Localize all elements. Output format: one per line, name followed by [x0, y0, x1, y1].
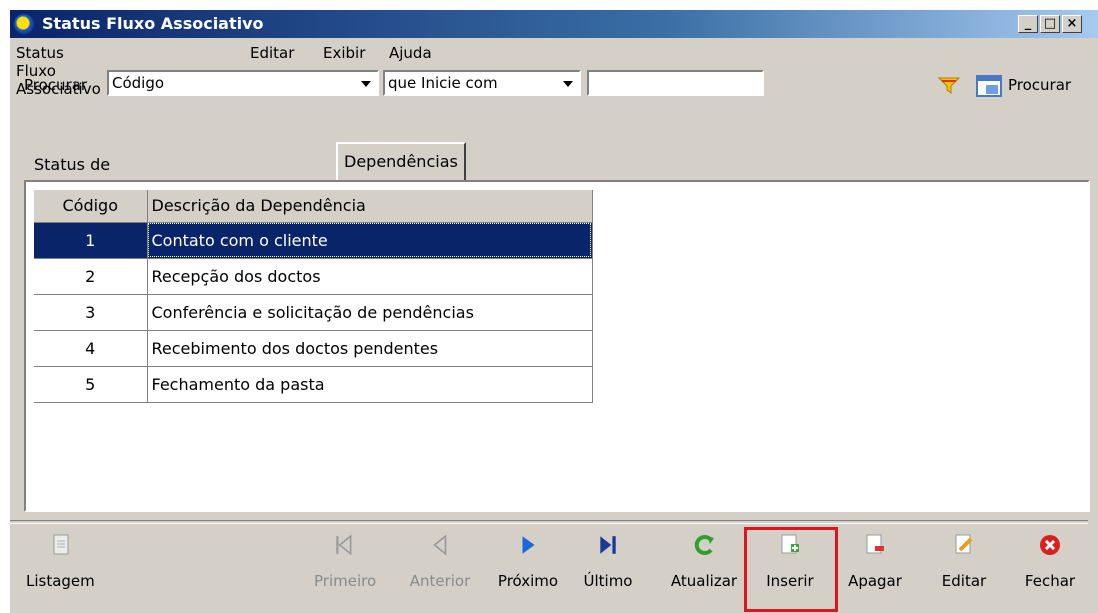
cell-descricao[interactable]: Conferência e solicitação de pendências	[147, 294, 593, 331]
chevron-down-icon[interactable]	[361, 81, 371, 87]
atualizar-button[interactable]: Atualizar	[664, 528, 744, 600]
cell-descricao[interactable]: Recebimento dos doctos pendentes	[147, 330, 593, 367]
editar-button[interactable]: Editar	[934, 528, 994, 600]
fechar-button[interactable]: Fechar	[1018, 528, 1082, 600]
table-row[interactable]: 5 Fechamento da pasta	[34, 366, 593, 403]
primeiro-button[interactable]: Primeiro	[314, 528, 377, 600]
previous-icon	[433, 534, 447, 556]
ultimo-label: Último	[583, 572, 633, 590]
search-mode-value: que Inicie com	[388, 74, 498, 92]
listagem-label: Listagem	[26, 572, 95, 590]
close-window-button[interactable]: ×	[1062, 15, 1082, 33]
listagem-button[interactable]: Listagem	[26, 528, 96, 600]
menu-editar[interactable]: Editar	[250, 44, 294, 62]
table-header: Código Descrição da Dependência	[34, 190, 593, 223]
search-text-input[interactable]	[587, 70, 764, 96]
document-icon	[53, 534, 69, 555]
fechar-label: Fechar	[1024, 572, 1076, 590]
minimize-button[interactable]: _	[1018, 15, 1038, 33]
primeiro-label: Primeiro	[314, 572, 377, 590]
cell-codigo[interactable]: 1	[34, 222, 148, 259]
table-row[interactable]: 2 Recepção dos doctos	[34, 258, 593, 295]
menu-ajuda[interactable]: Ajuda	[389, 44, 432, 62]
refresh-icon	[694, 535, 714, 555]
apagar-button[interactable]: Apagar	[842, 528, 908, 600]
last-record-icon	[600, 536, 616, 554]
inserir-highlight-box	[744, 527, 838, 612]
delete-document-icon	[866, 534, 884, 554]
chevron-down-icon[interactable]	[563, 81, 573, 87]
dependencies-table: Código Descrição da Dependência 1 Contat…	[34, 190, 593, 403]
search-bar: Procurar Código que Inicie com Procurar	[10, 68, 1098, 104]
table-row[interactable]: 3 Conferência e solicitação de pendência…	[34, 294, 593, 331]
proximo-label: Próximo	[497, 572, 559, 590]
edit-icon	[955, 534, 973, 554]
ultimo-button[interactable]: Último	[580, 528, 636, 600]
app-icon	[14, 14, 34, 34]
column-header-descricao[interactable]: Descrição da Dependência	[147, 190, 593, 223]
table-row[interactable]: 1 Contato com o cliente	[34, 222, 593, 259]
cell-descricao[interactable]: Fechamento da pasta	[147, 366, 593, 403]
next-icon	[522, 536, 535, 554]
window-title: Status Fluxo Associativo	[42, 14, 264, 33]
search-window-icon[interactable]	[976, 74, 1004, 98]
tab-status-fluxos[interactable]: Status de Fluxos Associativos	[28, 148, 139, 242]
cell-codigo[interactable]: 3	[34, 294, 148, 331]
editar-label: Editar	[941, 572, 987, 590]
title-bar: Status Fluxo Associativo _ □ ×	[10, 10, 1098, 38]
search-mode-select[interactable]: que Inicie com	[383, 70, 581, 96]
cell-codigo[interactable]: 5	[34, 366, 148, 403]
column-header-codigo[interactable]: Código	[34, 190, 148, 223]
maximize-button[interactable]: □	[1040, 15, 1060, 33]
filter-icon[interactable]	[938, 76, 960, 94]
menu-exibir[interactable]: Exibir	[323, 44, 365, 62]
anterior-button[interactable]: Anterior	[404, 528, 476, 600]
cell-codigo[interactable]: 4	[34, 330, 148, 367]
search-button[interactable]: Procurar	[1008, 76, 1071, 94]
table-row[interactable]: 4 Recebimento dos doctos pendentes	[34, 330, 593, 367]
first-record-icon	[336, 534, 352, 556]
tab-dependencias[interactable]: Dependências	[336, 142, 466, 184]
dependencies-grid: Código Descrição da Dependência 1 Contat…	[24, 180, 1090, 512]
proximo-button[interactable]: Próximo	[490, 528, 566, 600]
close-icon	[1040, 535, 1060, 555]
cell-descricao[interactable]: Contato com o cliente	[147, 222, 593, 259]
apagar-label: Apagar	[848, 572, 902, 590]
search-field-select[interactable]: Código	[107, 70, 379, 96]
search-label: Procurar	[24, 76, 88, 94]
search-field-value: Código	[112, 74, 165, 92]
toolbar-divider	[10, 520, 1088, 524]
atualizar-label: Atualizar	[670, 572, 738, 590]
cell-codigo[interactable]: 2	[34, 258, 148, 295]
anterior-label: Anterior	[409, 572, 471, 590]
cell-descricao[interactable]: Recepção dos doctos	[147, 258, 593, 295]
